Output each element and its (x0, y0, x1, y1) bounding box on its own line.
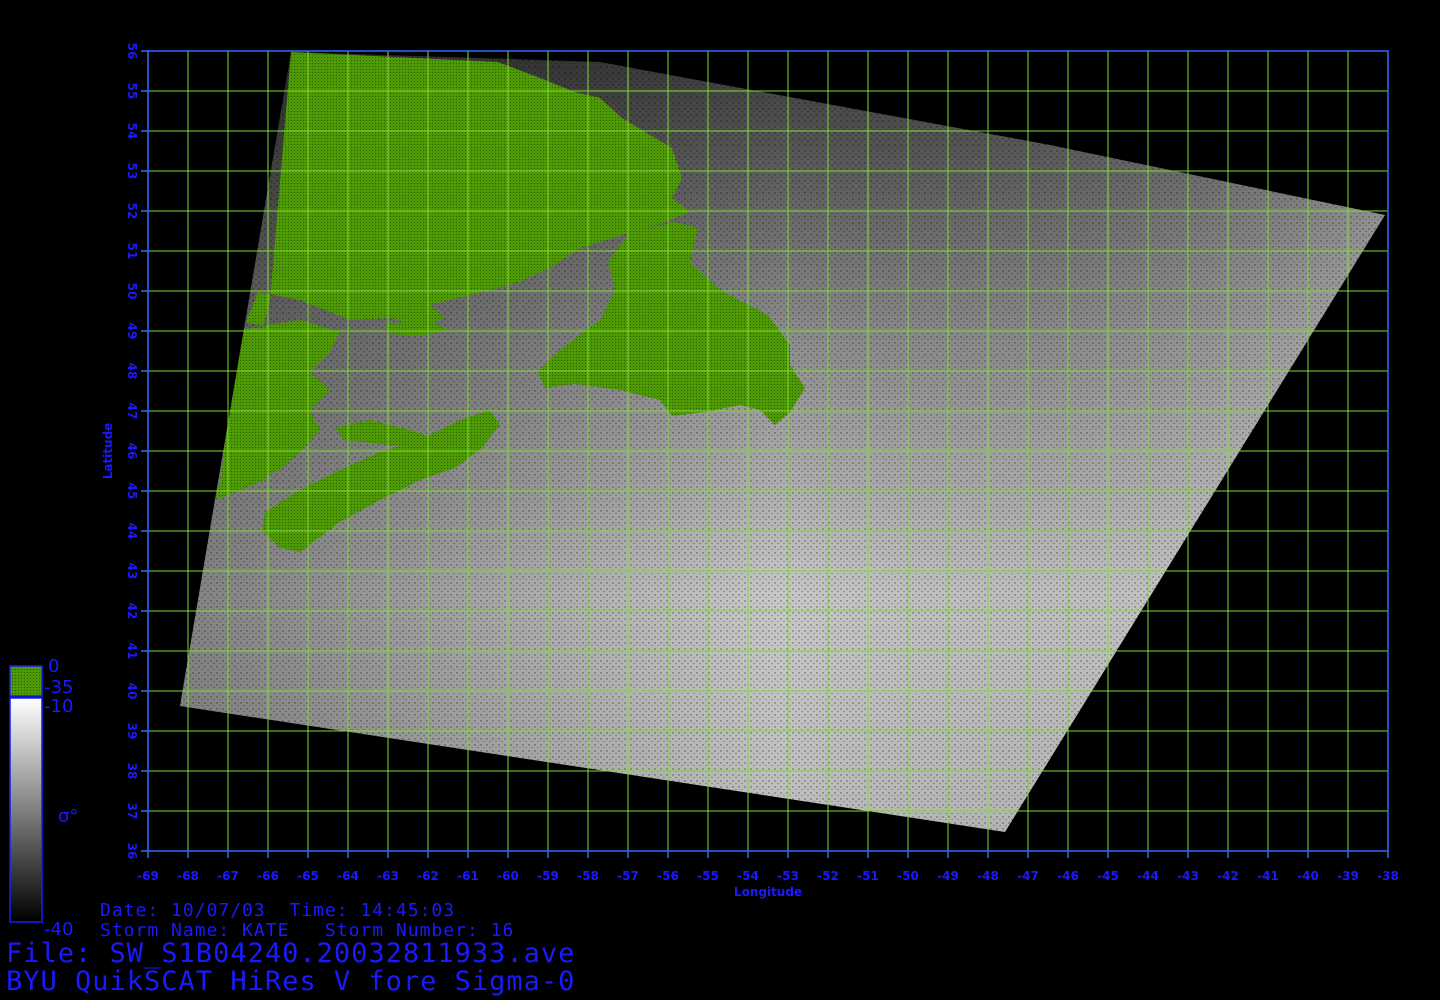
lon-tick-label: -39 (1337, 869, 1359, 883)
lat-tick-label: 54 (125, 123, 139, 140)
lat-tick-label: 56 (125, 43, 139, 60)
lon-tick-label: -66 (257, 869, 279, 883)
lon-tick-label: -40 (1297, 869, 1319, 883)
lon-tick-label: -52 (817, 869, 839, 883)
lon-tick-label: -53 (777, 869, 799, 883)
lon-tick-label: -49 (937, 869, 959, 883)
lon-tick-label: -59 (537, 869, 559, 883)
lon-tick-label: -65 (297, 869, 319, 883)
lat-tick-label: 42 (125, 603, 139, 620)
lat-tick-label: 36 (125, 843, 139, 860)
lon-tick-label: -46 (1057, 869, 1079, 883)
lon-tick-label: -42 (1217, 869, 1239, 883)
y-axis-title: Latitude (101, 423, 115, 480)
sigma0-map: -69 -68 -67 -66 -65 -64 -63 -62 -61 -60 -59 -58 -57 -… (9, 43, 1399, 940)
latitude-axis: 36 37 38 39 40 41 42 43 44 45 46 47 48 49 50 51 52 53 54 55… (125, 43, 148, 860)
lon-tick-label: -45 (1097, 869, 1119, 883)
lon-tick-label: -56 (657, 869, 679, 883)
lat-tick-label: 45 (125, 483, 139, 500)
lon-tick-label: -68 (177, 869, 199, 883)
lat-tick-label: 50 (125, 283, 139, 300)
longitude-axis: -69 -68 -67 -66 -65 -64 -63 -62 -61 -60 -59 -58 -57 -… (137, 851, 1399, 883)
lon-tick-label: -38 (1377, 869, 1399, 883)
lon-tick-label: -69 (137, 869, 159, 883)
lat-tick-label: 46 (125, 443, 139, 460)
lon-tick-label: -58 (577, 869, 599, 883)
date-time-line: Date: 10/07/03 Time: 14:45:03 (100, 900, 456, 921)
lat-tick-label: 47 (125, 403, 139, 420)
lat-tick-label: 44 (125, 523, 139, 540)
lat-tick-label: 52 (125, 203, 139, 220)
lon-tick-label: -44 (1137, 869, 1159, 883)
grid (147, 50, 1389, 852)
lon-tick-label: -63 (377, 869, 399, 883)
x-axis-title: Longitude (734, 885, 802, 899)
legend-land-bottom: -35 (44, 677, 73, 698)
scatterometer-image-page: -69 -68 -67 -66 -65 -64 -63 -62 -61 -60 -59 -58 -57 -… (0, 0, 1440, 1000)
legend-land-swatch (9, 665, 43, 697)
legend-sea-top: -10 (44, 696, 73, 717)
lon-tick-label: -60 (497, 869, 519, 883)
lat-tick-label: 51 (125, 243, 139, 260)
lon-tick-label: -62 (417, 869, 439, 883)
lon-tick-label: -48 (977, 869, 999, 883)
legend-sea-bottom: -40 (44, 919, 73, 940)
lat-tick-label: 39 (125, 723, 139, 740)
lat-tick-label: 38 (125, 763, 139, 780)
lat-tick-label: 55 (125, 83, 139, 100)
lon-tick-label: -41 (1257, 869, 1279, 883)
lat-tick-label: 48 (125, 363, 139, 380)
legend-sea-gradient (9, 697, 43, 923)
lon-tick-label: -54 (737, 869, 759, 883)
lon-tick-label: -61 (457, 869, 479, 883)
product-title-line: BYU QuikSCAT HiRes V fore Sigma-0 (6, 966, 576, 997)
lat-tick-label: 43 (125, 563, 139, 580)
swath-imagery (180, 52, 1385, 832)
legend-sigma-symbol: σ° (58, 806, 78, 827)
lat-tick-label: 41 (125, 643, 139, 660)
lat-tick-label: 40 (125, 683, 139, 700)
legend: 0 -35 -10 -40 σ° (9, 656, 78, 940)
lon-tick-label: -43 (1177, 869, 1199, 883)
lat-tick-label: 53 (125, 163, 139, 180)
lon-tick-label: -51 (857, 869, 879, 883)
lon-tick-label: -57 (617, 869, 639, 883)
lon-tick-label: -64 (337, 869, 359, 883)
lon-tick-label: -50 (897, 869, 919, 883)
file-name-line: File: SW_S1B04240.20032811933.ave (6, 938, 576, 969)
lat-tick-label: 49 (125, 323, 139, 340)
lon-tick-label: -67 (217, 869, 239, 883)
legend-land-top: 0 (48, 656, 59, 677)
lon-tick-label: -47 (1017, 869, 1039, 883)
lon-tick-label: -55 (697, 869, 719, 883)
lat-tick-label: 37 (125, 803, 139, 820)
